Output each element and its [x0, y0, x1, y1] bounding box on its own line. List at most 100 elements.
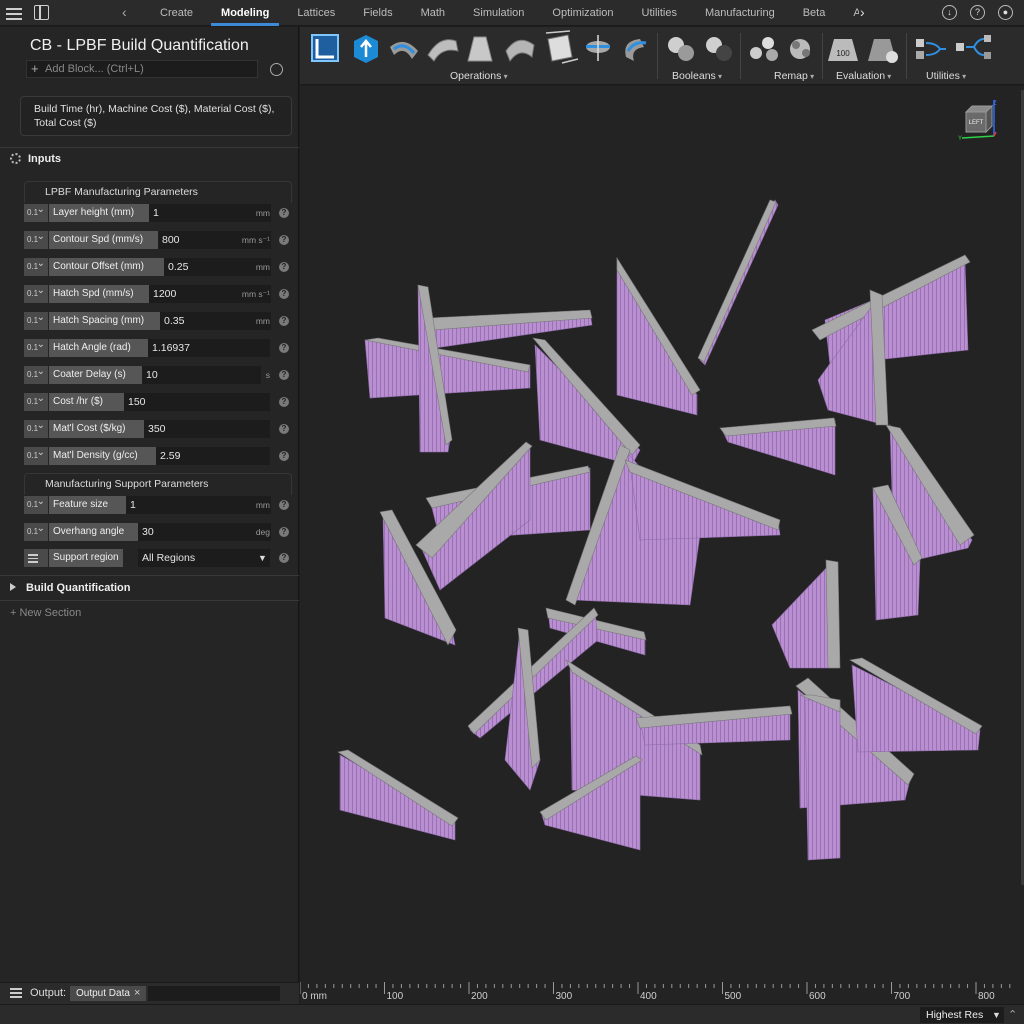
- param-label: Mat'l Density (g/cc): [49, 447, 159, 465]
- help-icon[interactable]: ?: [279, 553, 289, 563]
- shell-icon[interactable]: [390, 41, 418, 59]
- boolean-subtract-icon[interactable]: [706, 37, 732, 61]
- number-type-dropdown[interactable]: 0.1: [24, 390, 48, 411]
- measure-weight-icon[interactable]: 100: [828, 39, 858, 61]
- merge-icon[interactable]: [916, 39, 946, 59]
- draft-icon[interactable]: [467, 36, 493, 62]
- thicken-icon[interactable]: [354, 35, 378, 63]
- output-bar: Output: Output Data ×: [0, 982, 299, 1004]
- build-part[interactable]: [339, 754, 456, 841]
- inputs-section-header[interactable]: Inputs: [10, 153, 61, 165]
- tabs-next-icon[interactable]: ›: [860, 4, 865, 20]
- tab-lattices[interactable]: Lattices: [283, 0, 349, 26]
- chevron-up-icon[interactable]: ⌃: [1008, 1008, 1017, 1021]
- split-icon[interactable]: [586, 35, 610, 61]
- support-parameters-group-header: Manufacturing Support Parameters: [24, 473, 292, 495]
- tab-simulation[interactable]: Simulation: [459, 0, 538, 26]
- param-unit: [214, 447, 270, 465]
- number-type-dropdown[interactable]: 0.1: [24, 520, 48, 541]
- new-section-button[interactable]: + New Section: [10, 607, 81, 619]
- add-block-input[interactable]: Add Block... (Ctrl+L): [26, 60, 258, 78]
- booleans-menu[interactable]: Booleans: [672, 70, 722, 82]
- chevron-down-icon[interactable]: ▼: [992, 1007, 1001, 1023]
- param-unit: mm: [255, 208, 270, 218]
- ruler-label: 500: [724, 991, 742, 1002]
- view-cube[interactable]: LEFT Z Y: [958, 100, 998, 142]
- number-type-dropdown[interactable]: 0.1: [24, 444, 48, 465]
- boolean-union-icon[interactable]: [668, 37, 694, 61]
- tab-manufacturing[interactable]: Manufacturing: [691, 0, 789, 26]
- help-icon[interactable]: ?: [279, 527, 289, 537]
- help-icon[interactable]: ?: [279, 208, 289, 218]
- build-part[interactable]: [804, 699, 841, 861]
- param-label: Hatch Spd (mm/s): [49, 285, 153, 303]
- build-part[interactable]: [851, 664, 981, 753]
- help-icon[interactable]: ?: [279, 370, 289, 380]
- list-type-icon[interactable]: [24, 549, 48, 567]
- build-quantification-section-header[interactable]: Build Quantification: [10, 582, 131, 594]
- fillet-icon[interactable]: [427, 39, 459, 62]
- param-label: Hatch Spacing (mm): [49, 312, 162, 330]
- bend-icon[interactable]: [505, 39, 535, 63]
- number-type-dropdown[interactable]: 0.1: [24, 363, 48, 384]
- build-part[interactable]: [364, 339, 531, 399]
- operations-menu[interactable]: Operations: [450, 70, 508, 82]
- ruler-label: 600: [809, 991, 826, 1002]
- status-bar: Highest Res ▼ ⌃: [0, 1004, 1024, 1024]
- help-icon[interactable]: ?: [279, 343, 289, 353]
- number-type-dropdown[interactable]: 0.1: [24, 282, 48, 303]
- support-region-row: Support region All Regions ▼ ?: [24, 549, 292, 567]
- tab-modeling[interactable]: Modeling: [207, 0, 283, 26]
- output-field[interactable]: [148, 986, 280, 1001]
- tab-beta[interactable]: Beta: [789, 0, 840, 26]
- chevron-down-icon[interactable]: ▼: [258, 549, 267, 567]
- help-icon[interactable]: ?: [279, 316, 289, 326]
- extrude-faces-icon[interactable]: [545, 30, 579, 64]
- number-type-dropdown[interactable]: 0.1: [24, 309, 48, 330]
- panel-toggle-icon[interactable]: [34, 5, 49, 20]
- evaluate-properties-icon[interactable]: [868, 39, 898, 63]
- param-row: 0.1Coater Delay (s)10s?: [24, 363, 292, 384]
- tab-utilities[interactable]: Utilities: [628, 0, 691, 26]
- main-menu-icon[interactable]: [6, 5, 22, 21]
- tab-optimization[interactable]: Optimization: [538, 0, 627, 26]
- help-icon[interactable]: ?: [279, 500, 289, 510]
- number-type-dropdown[interactable]: 0.1: [24, 493, 48, 514]
- evaluation-menu[interactable]: Evaluation: [836, 70, 891, 82]
- output-menu-icon[interactable]: [10, 988, 22, 1000]
- help-icon[interactable]: ?: [279, 289, 289, 299]
- tab-math[interactable]: Math: [407, 0, 459, 26]
- param-label: Mat'l Cost ($/kg): [49, 420, 147, 438]
- tab-fields[interactable]: Fields: [349, 0, 406, 26]
- tab-create[interactable]: Create: [146, 0, 207, 26]
- tab-additive[interactable]: Additi: [839, 0, 859, 26]
- help-icon[interactable]: ?: [279, 451, 289, 461]
- utilities-menu[interactable]: Utilities: [926, 70, 966, 82]
- sweep-icon[interactable]: [625, 39, 647, 61]
- close-icon[interactable]: ×: [134, 986, 140, 1001]
- help-icon[interactable]: ?: [279, 397, 289, 407]
- remesh-icon[interactable]: [750, 37, 778, 61]
- number-type-dropdown[interactable]: 0.1: [24, 201, 48, 222]
- support-region-select[interactable]: All Regions: [138, 549, 270, 567]
- number-type-dropdown[interactable]: 0.1: [24, 417, 48, 438]
- number-type-dropdown[interactable]: 0.1: [24, 255, 48, 276]
- help-icon[interactable]: ?: [970, 5, 985, 20]
- 3d-viewport[interactable]: [300, 86, 1024, 982]
- help-icon[interactable]: ?: [279, 424, 289, 434]
- param-label: Hatch Angle (rad): [49, 339, 152, 357]
- remap-menu[interactable]: Remap: [774, 70, 814, 82]
- offset-icon[interactable]: [311, 34, 339, 62]
- number-type-dropdown[interactable]: 0.1: [24, 228, 48, 249]
- split-bodies-icon[interactable]: [956, 35, 991, 59]
- lpbf-parameters-group-header: LPBF Manufacturing Parameters: [24, 181, 292, 203]
- param-row: 0.1Mat'l Cost ($/kg)350?: [24, 417, 292, 438]
- tabs-prev-icon[interactable]: ‹: [122, 4, 127, 20]
- account-icon[interactable]: ●: [998, 5, 1013, 20]
- download-icon[interactable]: ↓: [942, 5, 957, 20]
- number-type-dropdown[interactable]: 0.1: [24, 336, 48, 357]
- help-icon[interactable]: ?: [279, 235, 289, 245]
- help-icon[interactable]: ?: [279, 262, 289, 272]
- remap-icon[interactable]: [790, 39, 810, 59]
- refresh-icon[interactable]: [270, 63, 283, 76]
